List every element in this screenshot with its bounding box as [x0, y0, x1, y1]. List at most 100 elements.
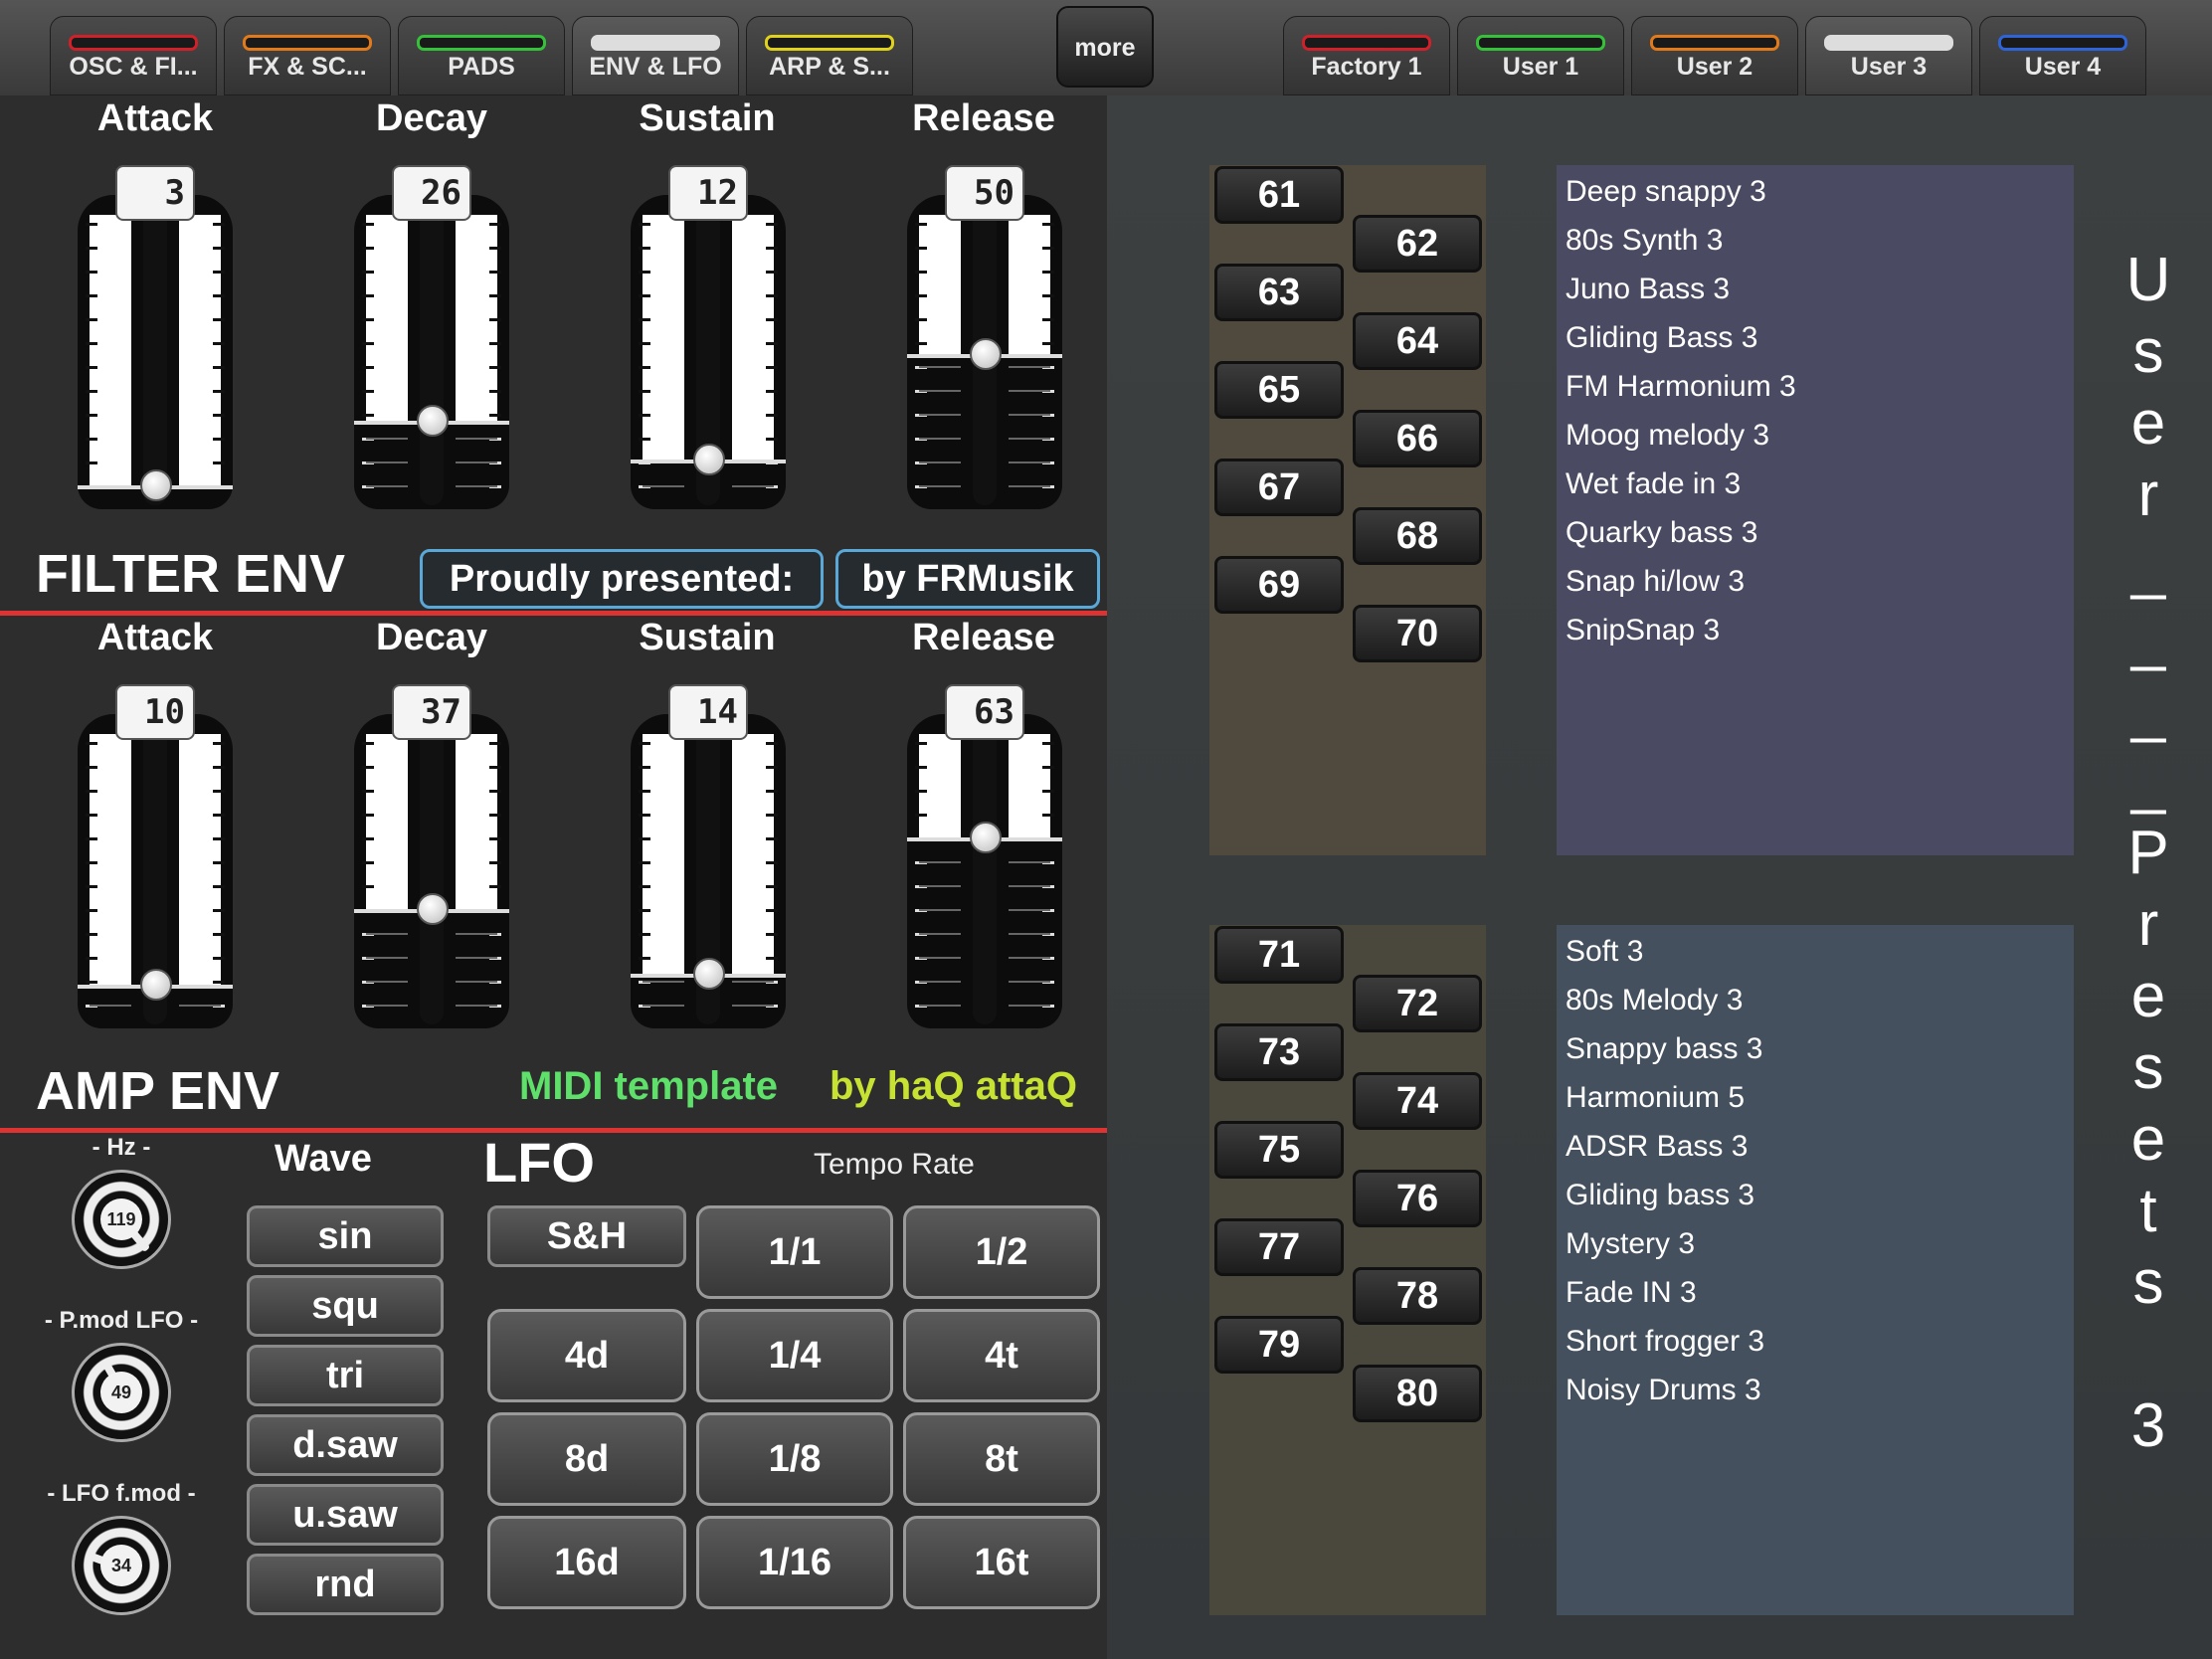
- preset-number-button[interactable]: 78: [1353, 1267, 1482, 1325]
- rate-16t-button[interactable]: 16t: [903, 1516, 1100, 1609]
- preset-number-button[interactable]: 80: [1353, 1365, 1482, 1422]
- preset-name-item[interactable]: Wet fade in 3: [1566, 467, 1741, 501]
- slider-tick: [639, 223, 650, 226]
- preset-number-button[interactable]: 72: [1353, 975, 1482, 1032]
- sh-button[interactable]: S&H: [487, 1205, 686, 1267]
- tab-user-2[interactable]: User 2: [1631, 16, 1798, 95]
- amp-decay-slider[interactable]: 37: [354, 684, 509, 1028]
- slider-tick: [86, 438, 97, 441]
- preset-name-item[interactable]: 80s Synth 3: [1566, 224, 1723, 258]
- preset-name-item[interactable]: ADSR Bass 3: [1566, 1130, 1748, 1164]
- tab-pads[interactable]: PADS: [398, 16, 565, 95]
- preset-number-button[interactable]: 76: [1353, 1170, 1482, 1227]
- preset-number-button[interactable]: 74: [1353, 1072, 1482, 1130]
- filter-decay-slider[interactable]: 26: [354, 165, 509, 509]
- preset-number-button[interactable]: 66: [1353, 410, 1482, 467]
- preset-name-item[interactable]: Gliding bass 3: [1566, 1179, 1754, 1212]
- rate-1-4-button[interactable]: 1/4: [696, 1309, 893, 1402]
- wave-usaw-button[interactable]: u.saw: [247, 1484, 444, 1546]
- preset-number-button[interactable]: 75: [1214, 1121, 1344, 1179]
- lfo-fmod-knob[interactable]: 34: [72, 1516, 171, 1615]
- amp-sustain-slider[interactable]: 14: [631, 684, 786, 1028]
- rate-8d-button[interactable]: 8d: [487, 1412, 686, 1506]
- preset-name-item[interactable]: Fade IN 3: [1566, 1276, 1697, 1310]
- tab-osc-filter[interactable]: OSC & FI...: [50, 16, 217, 95]
- rate-8t-button[interactable]: 8t: [903, 1412, 1100, 1506]
- preset-number-button[interactable]: 65: [1214, 361, 1344, 419]
- slider-handle[interactable]: [140, 969, 172, 1001]
- preset-name-item[interactable]: Snappy bass 3: [1566, 1032, 1762, 1066]
- slider-handle[interactable]: [970, 821, 1002, 853]
- slider-tick: [915, 294, 927, 297]
- preset-name-item[interactable]: Snap hi/low 3: [1566, 565, 1745, 599]
- wave-rnd-button[interactable]: rnd: [247, 1554, 444, 1615]
- preset-number-button[interactable]: 67: [1214, 459, 1344, 516]
- slider-handle[interactable]: [417, 405, 449, 438]
- filter-attack-slider[interactable]: 3: [78, 165, 233, 509]
- slider-tick: [639, 318, 650, 321]
- slider-tick: [362, 318, 374, 321]
- preset-name-item[interactable]: Juno Bass 3: [1566, 273, 1730, 306]
- slider-tick: [639, 861, 650, 864]
- preset-name-item[interactable]: Gliding Bass 3: [1566, 321, 1757, 355]
- tab-user-1[interactable]: User 1: [1457, 16, 1624, 95]
- tab-user-4[interactable]: User 4: [1979, 16, 2146, 95]
- vertical-title-char: r: [2137, 461, 2159, 529]
- slider-tick: [489, 814, 501, 817]
- preset-number-button[interactable]: 68: [1353, 507, 1482, 565]
- tab-user-3[interactable]: User 3: [1805, 16, 1972, 95]
- filter-sustain-slider[interactable]: 12: [631, 165, 786, 509]
- hz-knob[interactable]: 119: [72, 1170, 171, 1269]
- vertical-title-char: 3: [2130, 1391, 2166, 1460]
- slider-tick: [86, 223, 97, 226]
- wave-squ-button[interactable]: squ: [247, 1275, 444, 1337]
- preset-number-button[interactable]: 73: [1214, 1023, 1344, 1081]
- slider-tick: [1042, 294, 1054, 297]
- preset-number-button[interactable]: 63: [1214, 264, 1344, 321]
- preset-name-item[interactable]: Noisy Drums 3: [1566, 1374, 1761, 1407]
- rate-1-1-button[interactable]: 1/1: [696, 1205, 893, 1299]
- preset-name-item[interactable]: Deep snappy 3: [1566, 175, 1766, 209]
- preset-number-button[interactable]: 70: [1353, 605, 1482, 662]
- preset-number-button[interactable]: 71: [1214, 926, 1344, 984]
- tab-factory-1[interactable]: Factory 1: [1283, 16, 1450, 95]
- rate-1-16-button[interactable]: 1/16: [696, 1516, 893, 1609]
- preset-number-button[interactable]: 79: [1214, 1316, 1344, 1374]
- preset-number-button[interactable]: 64: [1353, 312, 1482, 370]
- rate-4t-button[interactable]: 4t: [903, 1309, 1100, 1402]
- tab-env-lfo[interactable]: ENV & LFO: [572, 16, 739, 95]
- slider-handle[interactable]: [693, 957, 725, 990]
- preset-name-item[interactable]: Soft 3: [1566, 935, 1643, 969]
- preset-number-button[interactable]: 77: [1214, 1218, 1344, 1276]
- preset-number-button[interactable]: 69: [1214, 556, 1344, 614]
- slider-tick: [915, 342, 927, 345]
- wave-tri-button[interactable]: tri: [247, 1345, 444, 1406]
- more-button[interactable]: more: [1056, 6, 1154, 88]
- rate-1-2-button[interactable]: 1/2: [903, 1205, 1100, 1299]
- amp-attack-slider[interactable]: 10: [78, 684, 233, 1028]
- preset-name-item[interactable]: SnipSnap 3: [1566, 614, 1720, 647]
- preset-name-item[interactable]: FM Harmonium 3: [1566, 370, 1796, 404]
- preset-number-button[interactable]: 61: [1214, 166, 1344, 224]
- preset-name-item[interactable]: Harmonium 5: [1566, 1081, 1745, 1115]
- filter-release-slider[interactable]: 50: [907, 165, 1062, 509]
- rate-4d-button[interactable]: 4d: [487, 1309, 686, 1402]
- preset-name-item[interactable]: 80s Melody 3: [1566, 984, 1743, 1017]
- amp-release-slider[interactable]: 63: [907, 684, 1062, 1028]
- rate-16d-button[interactable]: 16d: [487, 1516, 686, 1609]
- tab-fx-scope[interactable]: FX & SC...: [224, 16, 391, 95]
- rate-1-8-button[interactable]: 1/8: [696, 1412, 893, 1506]
- preset-name-item[interactable]: Mystery 3: [1566, 1227, 1695, 1261]
- tab-label: User 4: [2024, 53, 2102, 81]
- slider-handle[interactable]: [140, 468, 172, 501]
- wave-sin-button[interactable]: sin: [247, 1205, 444, 1267]
- preset-number-button[interactable]: 62: [1353, 215, 1482, 273]
- preset-name-item[interactable]: Moog melody 3: [1566, 419, 1769, 453]
- slider-tick: [362, 814, 374, 817]
- preset-name-item[interactable]: Short frogger 3: [1566, 1325, 1764, 1359]
- tab-arp-seq[interactable]: ARP & S...: [746, 16, 913, 95]
- preset-name-item[interactable]: Quarky bass 3: [1566, 516, 1757, 550]
- pmod-lfo-knob[interactable]: 49: [72, 1343, 171, 1442]
- wave-dsaw-button[interactable]: d.saw: [247, 1414, 444, 1476]
- slider-handle[interactable]: [970, 338, 1002, 370]
